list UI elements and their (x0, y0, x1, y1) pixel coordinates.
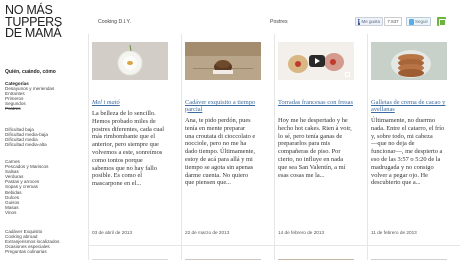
post-date: 11 de febrero de 2013 (371, 230, 417, 235)
nav-group-difficulty: Dificultad baja Dificultad media-baja Di… (5, 127, 85, 147)
excerpt-line: dado tiempo. Últimamente, (185, 148, 255, 156)
excerpt-line: Hemos probado miles de (92, 117, 156, 125)
excerpt-line: estoy de acá para allá y mi (185, 155, 253, 163)
excerpt-line: volver a pegar ojo. He (371, 171, 428, 179)
excerpt-line: prepararlos para mis (278, 140, 331, 148)
excerpt-line: anterior, pero siempre que (92, 141, 159, 149)
excerpt-line: una croutata di cioccolato e (185, 132, 256, 140)
cookies-photo (371, 42, 447, 80)
excerpt-line: funcionar—, me despierto a (371, 148, 443, 156)
excerpt-line: como tontos porque (92, 156, 143, 164)
like-count: 7.837 (384, 17, 402, 26)
post-thumbnail[interactable] (92, 42, 168, 80)
post-excerpt: Últimamente, no duermo nada. Entre el ca… (371, 117, 457, 187)
excerpt-line: hecho hot cakes. Rien à voir, (278, 124, 352, 132)
excerpt-line: sabemos que no hay fallo (92, 164, 157, 172)
section-title[interactable]: Cooking D.I.Y. (98, 19, 131, 25)
site-logo[interactable]: NO MÁS TUPPERS DE MAMÁ (5, 4, 77, 40)
post-grid: Mel i mató La belleza de lo sencillo. He… (88, 34, 460, 260)
like-label: Me gusta (361, 19, 380, 24)
excerpt-line: Ana, te pido perdón, pues (185, 117, 251, 124)
post-title-text: Cadáver exquisito a tiempo parcial (185, 99, 256, 113)
post-thumbnail[interactable] (185, 253, 261, 260)
about-link[interactable]: Quién, cuándo, cómo (5, 69, 56, 75)
top-bar: Cooking D.I.Y. Postres f Me gusta 7.837 … (86, 0, 460, 38)
post-date: 03 de abril de 2013 (92, 230, 133, 235)
post-card[interactable]: Cadáver exquisito a tiempo parcial Ana, … (182, 34, 275, 244)
nav-group-courses: Categorías Desayunos y meriendas Entrant… (5, 81, 85, 112)
excerpt-line: eso de las 3:57 o 5:20 de la (371, 155, 441, 163)
post-date: 14 de febrero de 2013 (278, 230, 325, 235)
excerpt-line: mascarpone en el... (92, 180, 142, 188)
fullscreen-icon[interactable] (345, 72, 350, 77)
excerpt-line: lo sé, pero tenía ganas de (278, 132, 343, 140)
post-title[interactable]: Cadáver exquisito a tiempo parcial (185, 99, 271, 114)
excerpt-line: descubierto que a... (371, 179, 421, 187)
post-thumbnail[interactable] (371, 42, 447, 80)
excerpt-line: cierto, no influye en nada (278, 155, 344, 163)
facebook-like-button[interactable]: f Me gusta (355, 17, 383, 26)
post-card[interactable]: Torradas francesas con fresas Hoy me he … (275, 34, 368, 244)
grid-divider (88, 245, 460, 246)
post-title-text: Torradas francesas con fresas (278, 99, 353, 106)
nav-group-sections: Cadáver Exquisito Cooking abroad Extranj… (5, 229, 85, 254)
post-excerpt: Hoy me he despertado y he hecho hot cake… (278, 117, 364, 179)
nav-group-ingredients: Carnes Pescados y Mariscos Salsas Verdur… (5, 159, 85, 215)
follow-label: Seguir (414, 19, 428, 24)
video-play-button[interactable] (309, 55, 325, 67)
post-title[interactable]: Mel i mató (92, 99, 178, 107)
sidebar: NO MÁS TUPPERS DE MAMÁ Quién, cuándo, có… (0, 0, 86, 260)
rss-icon[interactable] (437, 17, 446, 26)
facebook-icon: f (358, 18, 361, 25)
post-card[interactable]: Galletas de crema de cacao y avellanas Ú… (368, 34, 460, 244)
post-title-text: Galletas de crema de cacao y avellanas (371, 99, 446, 113)
excerpt-line: postres diferentes, cada cual (92, 125, 165, 133)
excerpt-line: tiempo se agota sin apenas (185, 163, 254, 171)
excerpt-line: que sea San Valentín, a mí (278, 163, 346, 171)
post-title[interactable]: Galletas de crema de cacao y avellanas (371, 99, 457, 114)
nav-item[interactable]: Preguntas culinarias (5, 249, 85, 254)
mel-i-mato-photo (92, 42, 168, 80)
excerpt-line: darme cuenta. No quiero (185, 171, 249, 179)
excerpt-line: esas cosas me la... (278, 171, 325, 179)
excerpt-line: La belleza de lo sencillo. (92, 110, 156, 117)
nav-item[interactable]: Vinos (5, 210, 85, 215)
post-date: 22 de marzo de 2013 (185, 230, 230, 235)
excerpt-line: —que no deja de (371, 140, 415, 148)
post-excerpt: La belleza de lo sencillo. Hemos probado… (92, 110, 178, 188)
excerpt-line: volvemos a este, sonreímos (92, 148, 163, 156)
post-video-thumbnail[interactable] (278, 42, 354, 80)
logo-line: DE MAMÁ (5, 26, 62, 40)
post-thumbnail[interactable] (371, 253, 447, 260)
post-card[interactable]: Mel i mató La belleza de lo sencillo. He… (89, 34, 182, 244)
excerpt-line: y, sobre todo, mi cabeza (371, 132, 433, 140)
excerpt-line: madrugada y no consigo (371, 163, 434, 171)
excerpt-line: más rimbombante que el (92, 133, 156, 141)
excerpt-line: posible. Es como el (92, 172, 143, 180)
excerpt-line: Hoy me he despertado y he (278, 117, 348, 124)
nav-item-active[interactable]: Postres (5, 106, 85, 111)
chocolate-cake-photo (185, 42, 261, 80)
category-link-postres[interactable]: Postres (270, 19, 288, 25)
post-title[interactable]: Torradas francesas con fresas (278, 99, 364, 107)
excerpt-line: Últimamente, no duermo (371, 117, 436, 124)
excerpt-line: nada. Entre el catarro, el frío (371, 124, 445, 132)
excerpt-line: tenía en mente preparar (185, 124, 246, 132)
excerpt-line: compañeras de piso. Por (278, 148, 341, 156)
excerpt-line: que piensen que... (185, 179, 231, 187)
twitter-icon (409, 18, 414, 25)
post-thumbnail[interactable] (185, 42, 261, 80)
post-thumbnail[interactable] (278, 253, 354, 260)
twitter-follow-button[interactable]: Seguir (406, 17, 431, 26)
post-thumbnail[interactable] (92, 253, 168, 260)
post-excerpt: Ana, te pido perdón, pues tenía en mente… (185, 117, 271, 187)
nav-item[interactable]: Dificultad media-alta (5, 142, 85, 147)
